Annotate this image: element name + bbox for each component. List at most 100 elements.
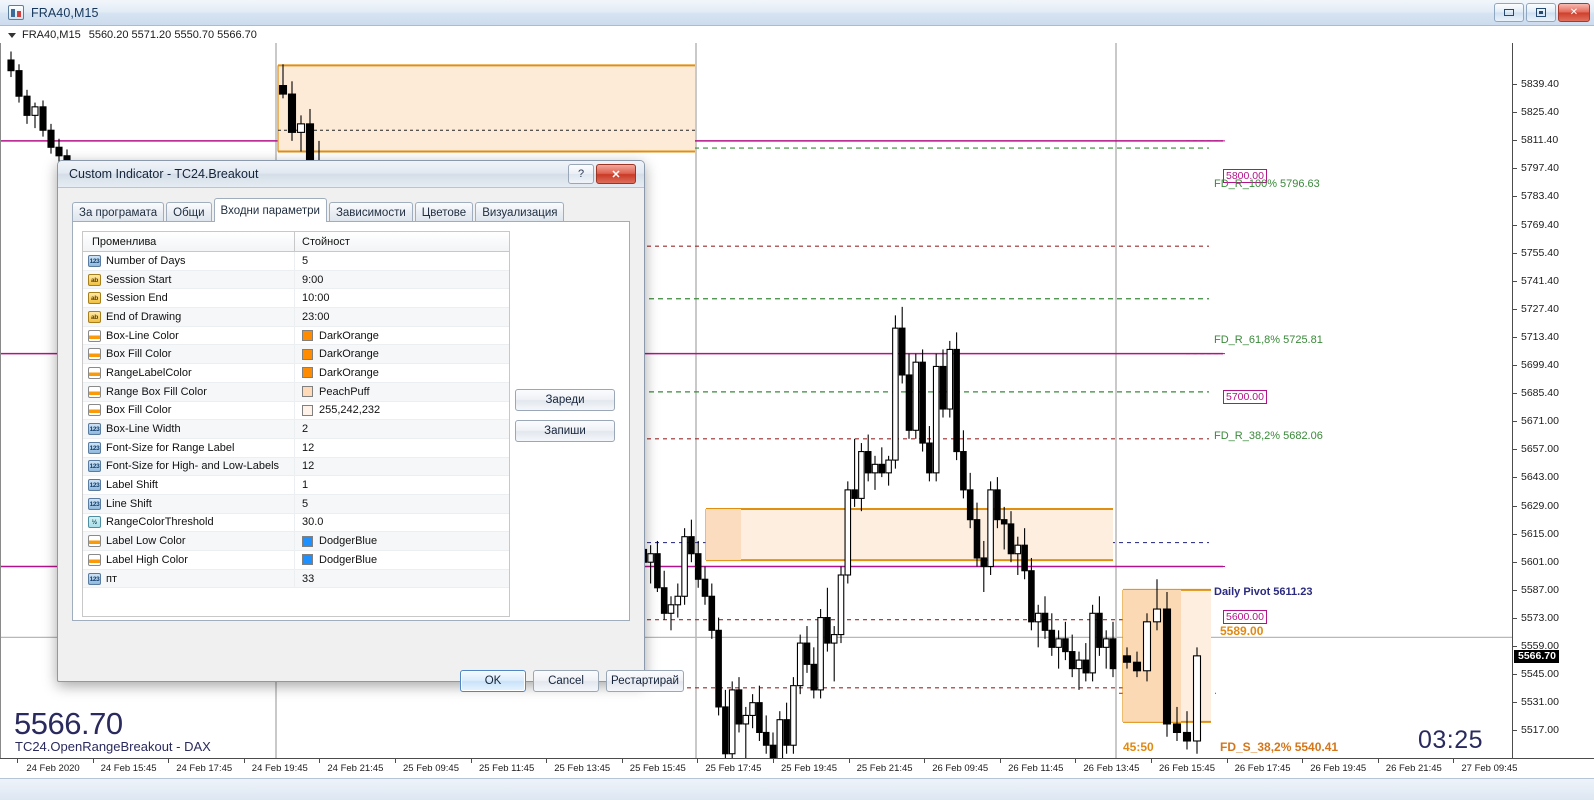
parameter-row[interactable]: ½ RangeColorThreshold 30.0	[83, 513, 509, 533]
parameter-row[interactable]: Box-Line Color DarkOrange	[83, 326, 509, 346]
parameter-value-cell[interactable]: 12	[295, 458, 509, 476]
parameters-grid[interactable]: Променлива Стойност 123 Number of Days 5 ab Se…	[82, 231, 510, 617]
parameter-name: Label High Color	[106, 553, 188, 566]
parameter-value-cell[interactable]: DodgerBlue	[295, 532, 509, 550]
price-scale-label: 5755.40	[1521, 246, 1559, 259]
custom-indicator-dialog[interactable]: Custom Indicator - TC24.Breakout ? ✕ За …	[57, 160, 684, 692]
color-swatch-icon	[302, 367, 313, 379]
parameter-value-cell[interactable]: 5	[295, 495, 509, 513]
price-scale-label: 5741.40	[1521, 274, 1559, 287]
time-tick	[395, 759, 396, 763]
parameter-value-cell[interactable]: 2	[295, 420, 509, 438]
parameter-name: Session Start	[106, 273, 172, 286]
parameter-name: Label Shift	[106, 479, 158, 492]
price-tick	[1513, 589, 1517, 591]
save-button[interactable]: Запиши	[515, 420, 615, 442]
parameter-value-cell[interactable]: DarkOrange	[295, 345, 509, 363]
time-scale-label: 25 Feb 13:45	[554, 763, 611, 774]
tab-1[interactable]: Общи	[166, 202, 212, 222]
time-scale-label: 25 Feb 09:45	[403, 763, 459, 774]
time-tick	[1453, 759, 1455, 763]
parameter-value-cell[interactable]: 30.0	[295, 514, 509, 532]
parameter-value: PeachPuff	[319, 385, 370, 398]
parameter-value: 9:00	[302, 273, 324, 286]
tab-3[interactable]: Зависимости	[328, 202, 413, 222]
parameter-row[interactable]: RangeLabelColor DarkOrange	[83, 364, 509, 383]
parameter-row[interactable]: 123 пт 33	[83, 569, 509, 589]
tab-0[interactable]: За програмата	[72, 202, 165, 222]
close-icon[interactable]: ✕	[1558, 3, 1590, 22]
parameter-row[interactable]: 123 Font-Size for Range Label 12	[83, 438, 509, 458]
parameter-row[interactable]: ab End of Drawing 23:00	[83, 308, 509, 327]
load-button[interactable]: Зареди	[515, 389, 615, 411]
parameter-value-cell[interactable]: 255,242,232	[295, 402, 509, 420]
fib-label-r100: FD_R_100% 5796.63	[1214, 178, 1320, 190]
parameter-name: Box-Line Color	[106, 329, 179, 342]
parameter-name-cell: ab Session End	[83, 289, 295, 308]
parameter-value-cell[interactable]: 23:00	[295, 308, 509, 326]
parameter-name-cell: 123 Number of Days	[83, 252, 295, 270]
parameter-name-cell: ½ RangeColorThreshold	[83, 513, 295, 532]
range-high-label: 5589.00	[1220, 624, 1264, 638]
parameter-value-cell[interactable]: 10:00	[295, 289, 509, 307]
time-tick	[773, 759, 774, 763]
parameter-row[interactable]: Box Fill Color 255,242,232	[83, 401, 509, 421]
parameter-value-cell[interactable]: DarkOrange	[295, 364, 509, 382]
tab-2[interactable]: Входни параметри	[213, 198, 327, 222]
parameter-value-cell[interactable]: PeachPuff	[295, 383, 509, 401]
time-scale[interactable]: 24 Feb 2020 24 Feb 15:45 24 Feb 17:45 24 Fe…	[0, 758, 1594, 778]
price-tick	[1513, 421, 1517, 423]
parameter-value-cell[interactable]: DodgerBlue	[295, 551, 509, 569]
price-scale-label: 5839.40	[1521, 78, 1559, 90]
help-icon[interactable]: ?	[568, 164, 594, 184]
parameter-value-cell[interactable]: 9:00	[295, 271, 509, 289]
trading-platform-window: FRA40,M15 ✕ FRA40,M15 5560.20 5571.20 55…	[0, 0, 1594, 800]
time-scale-label: 25 Feb 11:45	[478, 763, 535, 774]
parameter-value-cell[interactable]: 5	[295, 252, 509, 270]
time-scale-label: 25 Feb 19:45	[781, 763, 837, 774]
parameter-value: 12	[302, 441, 315, 454]
parameter-row[interactable]: 123 Font-Size for High- and Low-Labels 12	[83, 457, 509, 477]
time-tick	[999, 759, 1001, 763]
parameter-row[interactable]: 123 Box-Line Width 2	[83, 420, 509, 439]
tab-4[interactable]: Цветове	[414, 202, 474, 222]
parameter-value: 12	[302, 460, 315, 473]
time-scale-label: 24 Feb 2020	[26, 763, 80, 774]
ok-button[interactable]: OK	[460, 670, 526, 692]
tab-5[interactable]: Визуализация	[475, 202, 565, 222]
price-scale-label: 5727.40	[1521, 302, 1559, 315]
parameter-row[interactable]: 123 Label Shift 1	[83, 476, 509, 495]
parameter-value-cell[interactable]: 12	[295, 439, 509, 457]
parameter-row[interactable]: Box Fill Color DarkOrange	[83, 345, 509, 365]
chevron-down-icon[interactable]	[8, 32, 16, 38]
chart-symbol-period: FRA40,M15	[22, 29, 81, 41]
time-scale-label: 26 Feb 19:45	[1310, 763, 1367, 774]
parameter-value-cell[interactable]: DarkOrange	[295, 327, 509, 345]
parameter-row[interactable]: ab Session Start 9:00	[83, 270, 509, 290]
parameter-value-cell[interactable]: 1	[295, 476, 509, 494]
price-scale[interactable]: 5839.40 5825.40 5811.40 5797.40 5783.40 5769.…	[1512, 43, 1594, 758]
maximize-icon[interactable]	[1526, 3, 1556, 22]
dialog-body: За програмата Общи Входни параметри Зависим…	[58, 188, 684, 692]
parameter-name: Line Shift	[106, 497, 152, 510]
time-scale-label: 26 Feb 09:45	[932, 763, 989, 774]
price-scale-label: 5517.00	[1521, 724, 1559, 737]
minimize-icon[interactable]	[1494, 3, 1524, 22]
dialog-close-icon[interactable]: ✕	[596, 164, 636, 184]
chart-ohlc-values: 5560.20 5571.20 5550.70 5566.70	[88, 29, 257, 41]
parameter-row[interactable]: ab Session End 10:00	[83, 289, 509, 309]
parameter-row[interactable]: 123 Number of Days 5	[83, 252, 509, 271]
price-line-label-5600: 5600.00	[1223, 610, 1267, 624]
parameter-row[interactable]: Label Low Color DodgerBlue	[83, 532, 509, 551]
time-tick	[319, 759, 321, 763]
restart-button[interactable]: Рестартирай	[606, 670, 684, 692]
time-scale-label: 26 Feb 11:45	[1008, 763, 1064, 774]
parameter-row[interactable]: Range Box Fill Color PeachPuff	[83, 382, 509, 402]
cancel-button[interactable]: Cancel	[533, 670, 599, 692]
parameter-value: 23:00	[302, 310, 330, 323]
parameter-value-cell[interactable]: 33	[295, 570, 509, 588]
parameter-row[interactable]: 123 Line Shift 5	[83, 494, 509, 514]
indicator-name-label: TC24.OpenRangeBreakout - DAX	[15, 739, 211, 754]
parameter-row[interactable]: Label High Color DodgerBlue	[83, 551, 509, 570]
time-tick	[697, 759, 699, 763]
